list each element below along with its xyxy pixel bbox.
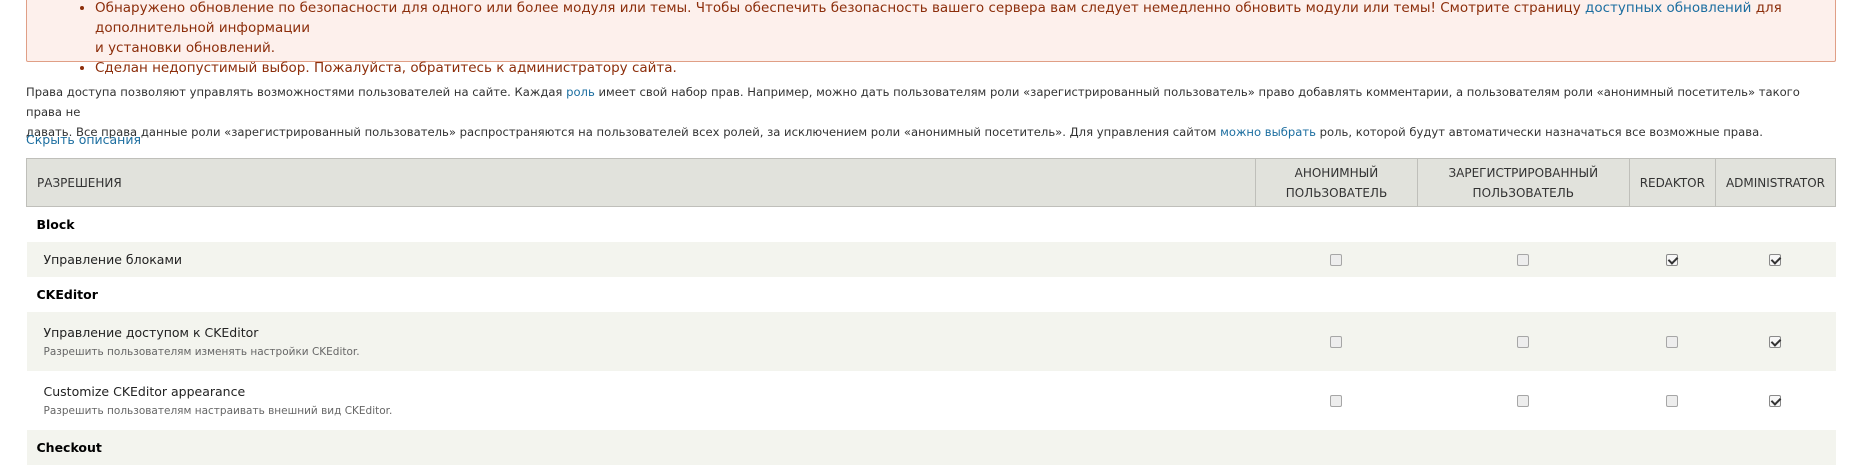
admin-role-link[interactable]: можно выбрать bbox=[1220, 125, 1316, 139]
role-header-text: Анонимный bbox=[1294, 165, 1379, 180]
permission-checkbox[interactable] bbox=[1330, 335, 1343, 348]
permission-checkbox[interactable] bbox=[1330, 394, 1343, 407]
role-header-anonymous: Анонимный пользователь bbox=[1255, 158, 1418, 207]
role-header-authenticated: Зарегистрированный пользователь bbox=[1416, 158, 1630, 207]
roles-link[interactable]: роль bbox=[566, 85, 595, 99]
role-header-administrator: Administrator bbox=[1714, 158, 1837, 207]
permission-cell: Управление доступом к CKEditor Разрешить… bbox=[26, 311, 1256, 371]
permission-description: Разрешить пользователям изменять настрой… bbox=[43, 345, 360, 358]
module-name: Block bbox=[26, 206, 1836, 242]
intro-text: Права доступа позволяют управлять возмож… bbox=[26, 82, 1826, 142]
permission-title: Customize CKEditor appearance bbox=[43, 383, 246, 399]
module-name: Checkout bbox=[26, 429, 1836, 465]
permission-checkbox[interactable] bbox=[1330, 253, 1343, 266]
permission-row: Управление блоками bbox=[26, 241, 1836, 277]
permission-title: Управление доступом к CKEditor bbox=[43, 324, 259, 340]
permissions-header: Разрешения bbox=[25, 158, 1257, 207]
permission-checkbox[interactable] bbox=[1769, 394, 1782, 407]
permissions-table: Разрешения Анонимный пользователь Зареги… bbox=[25, 158, 1837, 465]
permission-checkbox[interactable] bbox=[1769, 335, 1782, 348]
permission-row: Customize CKEditor appearance Разрешить … bbox=[26, 370, 1836, 430]
permission-cell: Управление блоками bbox=[26, 241, 1256, 277]
permission-checkbox[interactable] bbox=[1666, 335, 1679, 348]
message-security-update: Обнаружено обновление по безопасности дл… bbox=[95, 0, 1823, 58]
permission-checkbox[interactable] bbox=[1769, 253, 1782, 266]
message-text: и установки обновлений. bbox=[95, 40, 276, 56]
permission-checkbox[interactable] bbox=[1666, 394, 1679, 407]
permission-checkbox[interactable] bbox=[1666, 253, 1679, 266]
permission-checkbox[interactable] bbox=[1517, 394, 1530, 407]
permission-cell: Customize CKEditor appearance Разрешить … bbox=[26, 370, 1256, 430]
message-text: Обнаружено обновление по безопасности дл… bbox=[95, 0, 1581, 16]
permission-row: Управление доступом к CKEditor Разрешить… bbox=[26, 311, 1836, 371]
module-row: CKEditor bbox=[26, 276, 1836, 312]
role-header-text: пользователь bbox=[1472, 185, 1575, 200]
message-invalid-choice: Сделан недопустимый выбор. Пожалуйста, о… bbox=[95, 58, 1823, 78]
intro-text-part: давать. Все права данные роли «зарегистр… bbox=[26, 125, 1217, 139]
role-header-redaktor: Redaktor bbox=[1628, 158, 1716, 207]
intro-text-part: роль, которой будут автоматически назнач… bbox=[1319, 125, 1763, 139]
permission-description: Разрешить пользователям настраивать внеш… bbox=[43, 404, 393, 417]
module-row: Block bbox=[26, 206, 1836, 242]
intro-text-part: Права доступа позволяют управлять возмож… bbox=[26, 85, 563, 99]
module-name: CKEditor bbox=[26, 276, 1836, 312]
error-messages: Обнаружено обновление по безопасности дл… bbox=[26, 0, 1836, 76]
role-header-text: пользователь bbox=[1285, 185, 1388, 200]
hide-descriptions-link[interactable]: Скрыть описания bbox=[26, 132, 141, 147]
module-row: Checkout bbox=[26, 429, 1836, 465]
permission-checkbox[interactable] bbox=[1517, 335, 1530, 348]
permission-checkbox[interactable] bbox=[1517, 253, 1530, 266]
permission-title: Управление блоками bbox=[43, 251, 183, 267]
available-updates-link[interactable]: доступных обновлений bbox=[1585, 0, 1751, 16]
role-header-text: Зарегистрированный bbox=[1448, 165, 1599, 180]
